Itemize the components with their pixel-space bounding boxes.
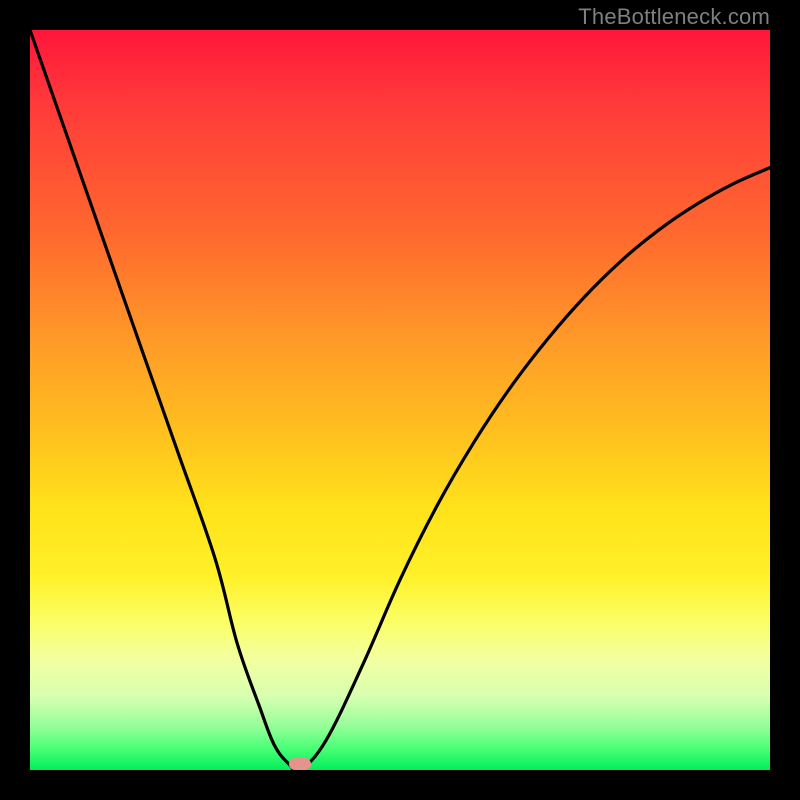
- plot-area: [30, 30, 770, 770]
- bottleneck-curve: [30, 30, 770, 770]
- watermark-text: TheBottleneck.com: [578, 4, 770, 30]
- chart-frame: TheBottleneck.com: [0, 0, 800, 800]
- optimal-point-marker: [289, 758, 311, 770]
